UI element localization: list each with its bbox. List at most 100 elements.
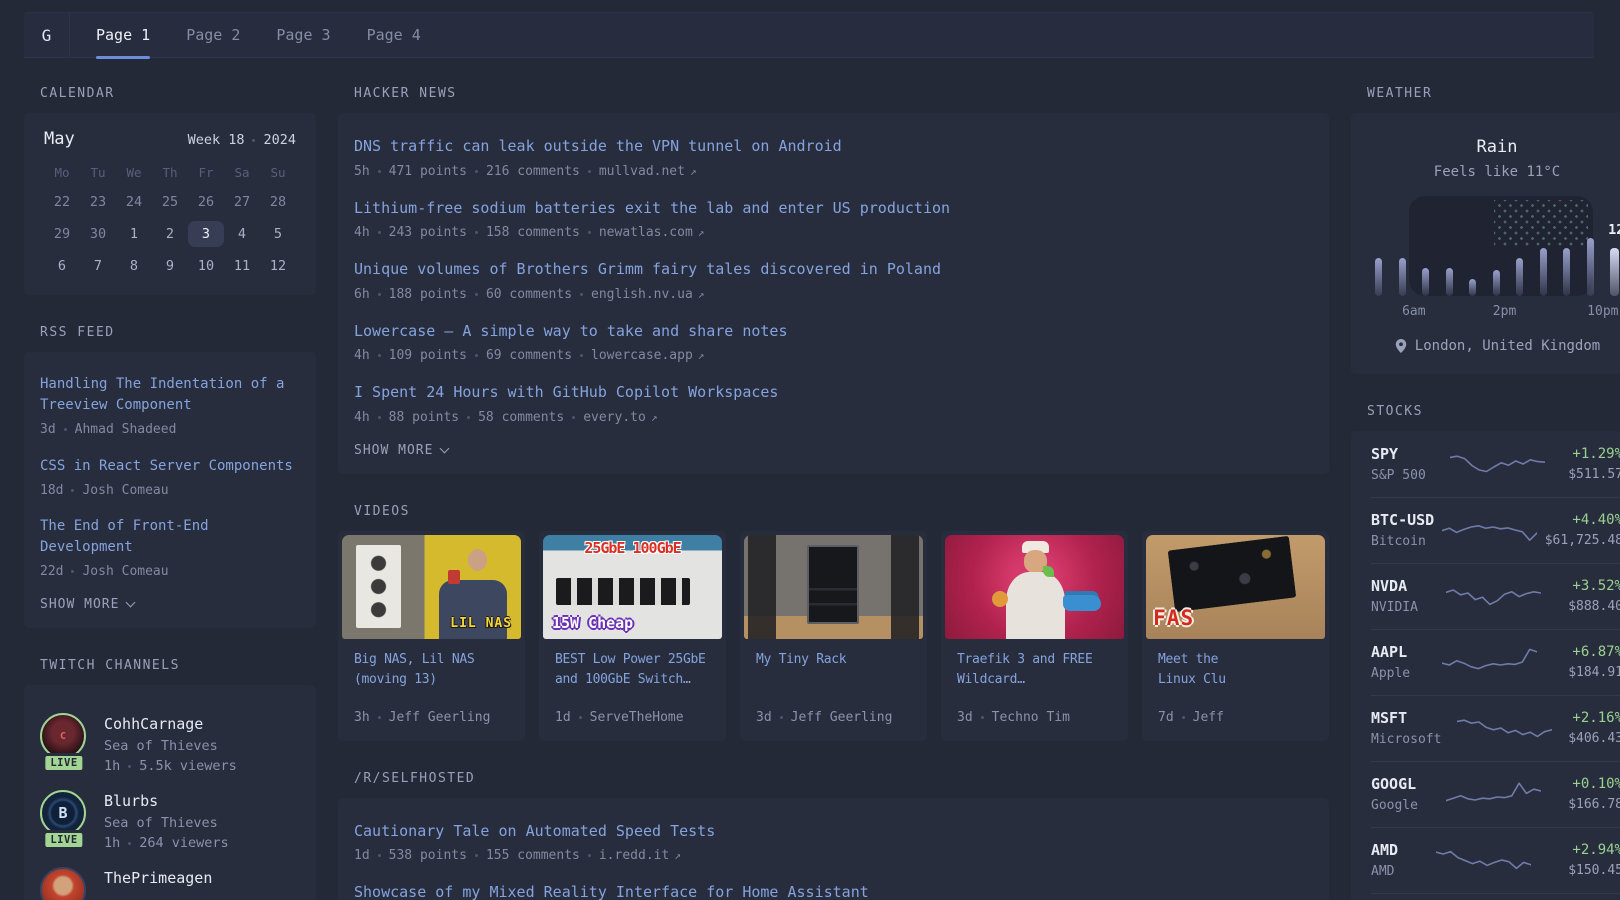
stock-quote: +1.29%$511.57 xyxy=(1568,446,1620,482)
tab-page-4[interactable]: Page 4 xyxy=(367,13,421,57)
video-card[interactable]: Traefik 3 and FREE Wildcard… 3d Techno T… xyxy=(941,531,1128,741)
rss-show-more-button[interactable]: SHOW MORE xyxy=(40,597,300,612)
hn-item-title[interactable]: Lowercase – A simple way to take and sha… xyxy=(354,320,787,343)
calendar-day[interactable]: 28 xyxy=(260,189,296,215)
video-card[interactable]: 25GbE 100GbE 15W Cheap BEST Low Power 25… xyxy=(539,531,726,741)
stock-identity: GOOGLGoogle xyxy=(1371,775,1418,813)
calendar-day[interactable]: 8 xyxy=(116,253,152,279)
calendar-day[interactable]: 25 xyxy=(152,189,188,215)
rss-item-title[interactable]: CSS in React Server Components xyxy=(40,456,293,477)
stock-row-amd[interactable]: AMDAMD+2.94%$150.45 xyxy=(1371,827,1620,893)
stock-row-rddt[interactable]: RDDT-1.65% xyxy=(1371,893,1620,900)
twitch-channel-meta: 1h 5.5k viewers xyxy=(104,758,237,774)
hn-show-more-button[interactable]: SHOW MORE xyxy=(354,443,1313,458)
hn-item-domain-link[interactable]: english.nv.ua↗ xyxy=(591,287,704,302)
video-card[interactable]: My Tiny Rack 3d Jeff Geerling xyxy=(740,531,927,741)
calendar-week-year: Week 18 2024 xyxy=(188,132,296,148)
reddit-item-title[interactable]: Showcase of my Mixed Reality Interface f… xyxy=(354,881,869,900)
calendar-day[interactable]: 2 xyxy=(152,221,188,247)
video-title[interactable]: BEST Low Power 25GbE and 100GbE Switch… xyxy=(555,650,710,692)
separator-dot xyxy=(588,231,591,234)
twitch-channel-row: C LIVE CohhCarnage Sea of Thieves 1h 5.5… xyxy=(40,713,300,774)
reddit-item-title[interactable]: Cautionary Tale on Automated Speed Tests xyxy=(354,820,715,843)
video-thumbnail xyxy=(945,535,1124,639)
calendar-day[interactable]: 5 xyxy=(260,221,296,247)
reddit-item: Showcase of my Mixed Reality Interface f… xyxy=(354,881,1313,900)
stock-row-msft[interactable]: MSFTMicrosoft+2.16%$406.43 xyxy=(1371,695,1620,761)
weather-bar xyxy=(1469,279,1476,296)
hn-item-domain-link[interactable]: every.to↗ xyxy=(583,410,657,425)
stock-identity: MSFTMicrosoft xyxy=(1371,709,1441,747)
twitch-channel-row: ThePrimeagen xyxy=(40,867,300,900)
hn-item-title[interactable]: I Spent 24 Hours with GitHub Copilot Wor… xyxy=(354,381,778,404)
rss-item-title[interactable]: The End of Front-End Development xyxy=(40,516,300,558)
tab-page-1[interactable]: Page 1 xyxy=(96,13,150,57)
calendar-day[interactable]: 6 xyxy=(44,253,80,279)
chevron-down-icon xyxy=(126,598,136,608)
hn-item: I Spent 24 Hours with GitHub Copilot Wor… xyxy=(354,381,1313,425)
separator-dot xyxy=(71,570,74,573)
calendar-day[interactable]: 23 xyxy=(80,189,116,215)
external-link-icon: ↗ xyxy=(651,411,658,424)
video-meta: 3h Jeff Geerling xyxy=(354,710,509,725)
video-card[interactable]: FAS Meet the Linux Clu 7d Jeff xyxy=(1142,531,1329,741)
calendar-day[interactable]: 29 xyxy=(44,221,80,247)
hn-item-title[interactable]: Lithium-free sodium batteries exit the l… xyxy=(354,197,950,220)
stock-price: $184.91 xyxy=(1568,665,1620,680)
separator-dot xyxy=(128,765,131,768)
calendar-day[interactable]: 24 xyxy=(116,189,152,215)
video-title[interactable]: Big NAS, Lil NAS (moving 13) xyxy=(354,650,509,692)
twitch-channel-name[interactable]: ThePrimeagen xyxy=(104,869,212,887)
rss-item-title[interactable]: Handling The Indentation of a Treeview C… xyxy=(40,374,300,416)
stock-sparkline xyxy=(1442,513,1537,547)
video-title[interactable]: Traefik 3 and FREE Wildcard… xyxy=(957,650,1112,692)
stock-quote: +2.94%$150.45 xyxy=(1568,842,1620,878)
calendar-day[interactable]: 1 xyxy=(116,221,152,247)
calendar-day[interactable]: 30 xyxy=(80,221,116,247)
hn-item-title[interactable]: Unique volumes of Brothers Grimm fairy t… xyxy=(354,258,941,281)
stock-row-aapl[interactable]: AAPLApple+6.87%$184.91 xyxy=(1371,629,1620,695)
calendar-day[interactable]: 4 xyxy=(224,221,260,247)
person-graphic xyxy=(1006,572,1065,639)
stock-row-googl[interactable]: GOOGLGoogle+0.10%$166.78 xyxy=(1371,761,1620,827)
video-title[interactable]: My Tiny Rack xyxy=(756,650,911,671)
stock-name: Apple xyxy=(1371,666,1410,681)
tab-page-3[interactable]: Page 3 xyxy=(276,13,330,57)
video-title[interactable]: Meet the Linux Clu xyxy=(1158,650,1313,692)
app-logo[interactable]: G xyxy=(24,13,70,57)
calendar-day[interactable]: 9 xyxy=(152,253,188,279)
hn-item-title[interactable]: DNS traffic can leak outside the VPN tun… xyxy=(354,135,842,158)
calendar-day[interactable]: 12 xyxy=(260,253,296,279)
stock-quote: +3.52%$888.40 xyxy=(1568,578,1620,614)
stock-change: +2.94% xyxy=(1568,842,1620,858)
separator-dot xyxy=(579,716,582,719)
twitch-channel-name[interactable]: CohhCarnage xyxy=(104,715,237,733)
hn-item-domain-link[interactable]: lowercase.app↗ xyxy=(591,348,704,363)
weather-bar-current xyxy=(1610,248,1619,296)
stock-quote: +4.40%$61,725.48 xyxy=(1545,512,1620,548)
calendar-day[interactable]: 26 xyxy=(188,189,224,215)
reddit-section-title: /R/SELFHOSTED xyxy=(354,771,1329,786)
calendar-day[interactable]: 7 xyxy=(80,253,116,279)
stock-row-btc-usd[interactable]: BTC-USDBitcoin+4.40%$61,725.48 xyxy=(1371,497,1620,563)
calendar-day[interactable]: 27 xyxy=(224,189,260,215)
calendar-day[interactable]: 22 xyxy=(44,189,80,215)
video-card[interactable]: LIL NAS Big NAS, Lil NAS (moving 13) 3h … xyxy=(338,531,525,741)
stock-quote: +6.87%$184.91 xyxy=(1568,644,1620,680)
external-link-icon: ↗ xyxy=(698,226,705,239)
stock-sparkline xyxy=(1457,711,1552,745)
hn-item-domain-link[interactable]: mullvad.net↗ xyxy=(599,164,697,179)
separator-dot xyxy=(588,170,591,173)
separator-dot xyxy=(580,293,583,296)
reddit-item-domain-link[interactable]: i.redd.it↗ xyxy=(599,848,681,863)
calendar-grid: MoTuWeThFrSaSu22232425262728293012345678… xyxy=(44,165,296,279)
tab-page-2[interactable]: Page 2 xyxy=(186,13,240,57)
hn-item-domain-link[interactable]: newatlas.com↗ xyxy=(599,225,705,240)
separator-dot xyxy=(378,854,381,857)
calendar-day[interactable]: 11 xyxy=(224,253,260,279)
twitch-channel-name[interactable]: Blurbs xyxy=(104,792,229,810)
calendar-day[interactable]: 10 xyxy=(188,253,224,279)
stock-row-nvda[interactable]: NVDANVIDIA+3.52%$888.40 xyxy=(1371,563,1620,629)
calendar-day-selected[interactable]: 3 xyxy=(188,221,224,247)
stock-row-spy[interactable]: SPYS&P 500+1.29%$511.57 xyxy=(1371,432,1620,497)
